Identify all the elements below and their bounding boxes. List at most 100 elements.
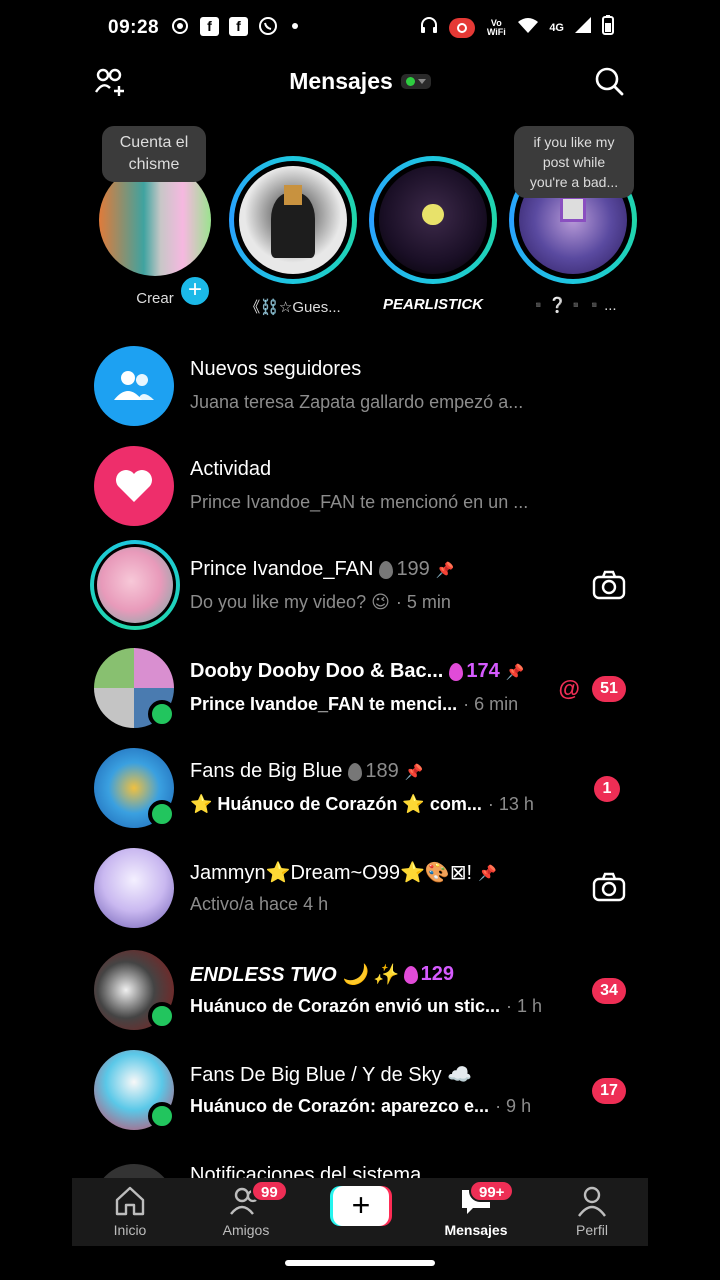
row-preview: Huánuco de Corazón envió un stic... (190, 996, 501, 1016)
followers-icon (94, 346, 174, 426)
row-title: Prince Ivandoe_FAN (190, 558, 374, 580)
story-name: ▪️❔▪️▪️... (529, 297, 617, 314)
row-time: · 13 h (487, 794, 534, 814)
unread-badge: 51 (592, 676, 626, 702)
status-bar: 09:28 f f Vo WiFi 4G (0, 0, 720, 56)
row-time: · 6 min (463, 694, 519, 714)
flame-icon (348, 762, 363, 781)
row-title: Actividad (190, 458, 272, 480)
online-indicator (148, 800, 176, 828)
story-name: PEARLISTICK (382, 296, 483, 313)
create-button[interactable]: + (330, 1186, 392, 1226)
system-notifications-row[interactable]: Notificaciones del sistema (90, 1152, 630, 1178)
story-item[interactable]: 《⛓️☆Gues... (228, 156, 358, 317)
online-status-toggle[interactable] (400, 74, 431, 89)
nav-messages[interactable]: 99+ Mensajes (426, 1180, 526, 1238)
row-title: Fans De Big Blue / Y de Sky ☁️ (190, 1064, 473, 1086)
friends-icon: 99 (229, 1180, 288, 1218)
facebook-icon: f (229, 16, 248, 36)
nav-label: Perfil (576, 1222, 608, 1238)
row-preview: Prince Ivandoe_FAN te menci... (190, 694, 458, 714)
unread-badge: 17 (592, 1078, 626, 1104)
story-note-bubble[interactable]: Cuenta el chisme (102, 126, 206, 182)
row-time: · 5 min (395, 592, 451, 612)
conversation-row[interactable]: Dooby Dooby Doo & Bac... 174 📌 Prince Iv… (90, 638, 630, 738)
row-time: · 9 h (495, 1096, 532, 1116)
row-preview: Do you like my video? 😉 (190, 592, 390, 612)
avatar (94, 848, 174, 928)
flame-icon (403, 965, 418, 984)
system-icons: Vo WiFi 4G (419, 15, 614, 40)
online-indicator (148, 1002, 176, 1030)
top-bar: Mensajes (0, 60, 720, 104)
home-indicator[interactable] (285, 1260, 435, 1266)
streak-count: 174 (449, 660, 500, 683)
plus-icon: + (333, 1186, 389, 1226)
story-note-bubble[interactable]: if you like my post while you're a bad..… (514, 126, 634, 198)
row-title: Dooby Dooby Doo & Bac... (190, 660, 444, 682)
pin-icon: 📌 (435, 561, 455, 579)
camera-icon[interactable] (592, 872, 626, 902)
row-title: Nuevos seguidores (190, 358, 362, 380)
nav-profile[interactable]: Perfil (542, 1184, 642, 1238)
row-preview: Prince Ivandoe_FAN te mencionó en un ... (190, 492, 529, 512)
unread-badge: 1 (594, 776, 620, 802)
conversation-row[interactable]: Prince Ivandoe_FAN 199 📌 Do you like my … (90, 536, 630, 636)
activity-row[interactable]: Actividad Prince Ivandoe_FAN te mencionó… (90, 436, 630, 536)
conversation-row[interactable]: Jammyn⭐Dream~O99⭐🎨⊠! 📌 Activo/a hace 4 h (90, 838, 630, 938)
unread-badge: 34 (592, 978, 626, 1004)
messages-badge: 99+ (469, 1180, 515, 1202)
story-item[interactable]: PEARLISTICK (368, 156, 498, 313)
nav-label: Amigos (222, 1222, 270, 1238)
row-preview: Juana teresa Zapata gallardo empezó a... (190, 392, 524, 412)
row-preview: Activo/a hace 4 h (190, 894, 329, 914)
row-title: Fans de Big Blue (190, 760, 343, 782)
online-indicator (148, 1102, 176, 1130)
conversation-row[interactable]: Fans de Big Blue 189 📌 ⭐ Huánuco de Cora… (90, 738, 630, 838)
heart-icon (94, 446, 174, 526)
avatar (90, 540, 180, 630)
camera-icon[interactable] (592, 570, 626, 600)
flame-icon (449, 662, 464, 681)
conversation-row[interactable]: ENDLESS TWO 🌙 ✨ 129 Huánuco de Corazón e… (90, 940, 630, 1040)
row-preview: Huánuco de Corazón: aparezco e... (190, 1096, 490, 1116)
pin-icon: 📌 (478, 864, 497, 882)
system-icon (94, 1164, 174, 1178)
nav-label: Inicio (113, 1222, 147, 1238)
vowifi-label: Vo WiFi (486, 17, 506, 37)
signal-icon (574, 16, 592, 39)
streak-count: 189 (348, 760, 399, 783)
home-icon (113, 1184, 147, 1218)
friends-badge: 99 (251, 1180, 288, 1202)
messages-icon: 99+ (459, 1180, 515, 1218)
nav-label: Mensajes (444, 1222, 508, 1238)
screen-record-icon (449, 17, 476, 38)
notification-icons: f f (170, 16, 298, 36)
row-preview: ⭐ Huánuco de Corazón ⭐ com... (190, 794, 482, 814)
network-type: 4G (549, 21, 564, 34)
facebook-icon: f (200, 16, 219, 36)
pin-icon: 📌 (404, 763, 424, 781)
pin-icon: 📌 (505, 663, 525, 681)
bottom-navigation: Inicio 99 Amigos + 99+ Mensajes Perfil (72, 1178, 648, 1246)
add-story-icon[interactable]: + (178, 274, 212, 308)
stories-row: + Crear Cuenta el chisme 《⛓️☆Gues... PEA… (90, 120, 650, 320)
wifi-icon (517, 16, 539, 39)
mention-icon: @ (558, 676, 580, 701)
search-icon[interactable] (594, 66, 624, 96)
row-title: Jammyn⭐Dream~O99⭐🎨⊠! (190, 862, 473, 884)
clock: 09:28 (108, 17, 160, 38)
new-followers-row[interactable]: Nuevos seguidores Juana teresa Zapata ga… (90, 336, 630, 436)
row-title: Notificaciones del sistema (190, 1164, 422, 1178)
conversation-row[interactable]: Fans De Big Blue / Y de Sky ☁️ Huánuco d… (90, 1040, 630, 1140)
story-name: 《⛓️☆Gues... (245, 299, 341, 316)
more-notifications-dot (292, 23, 298, 29)
flame-icon (379, 560, 394, 579)
streak-count: 199 (379, 558, 430, 581)
nav-friends[interactable]: 99 Amigos (196, 1180, 296, 1238)
profile-icon (575, 1184, 609, 1218)
online-indicator (148, 700, 176, 728)
page-title: Mensajes (289, 68, 393, 94)
nav-home[interactable]: Inicio (80, 1184, 180, 1238)
story-avatar (379, 166, 487, 274)
